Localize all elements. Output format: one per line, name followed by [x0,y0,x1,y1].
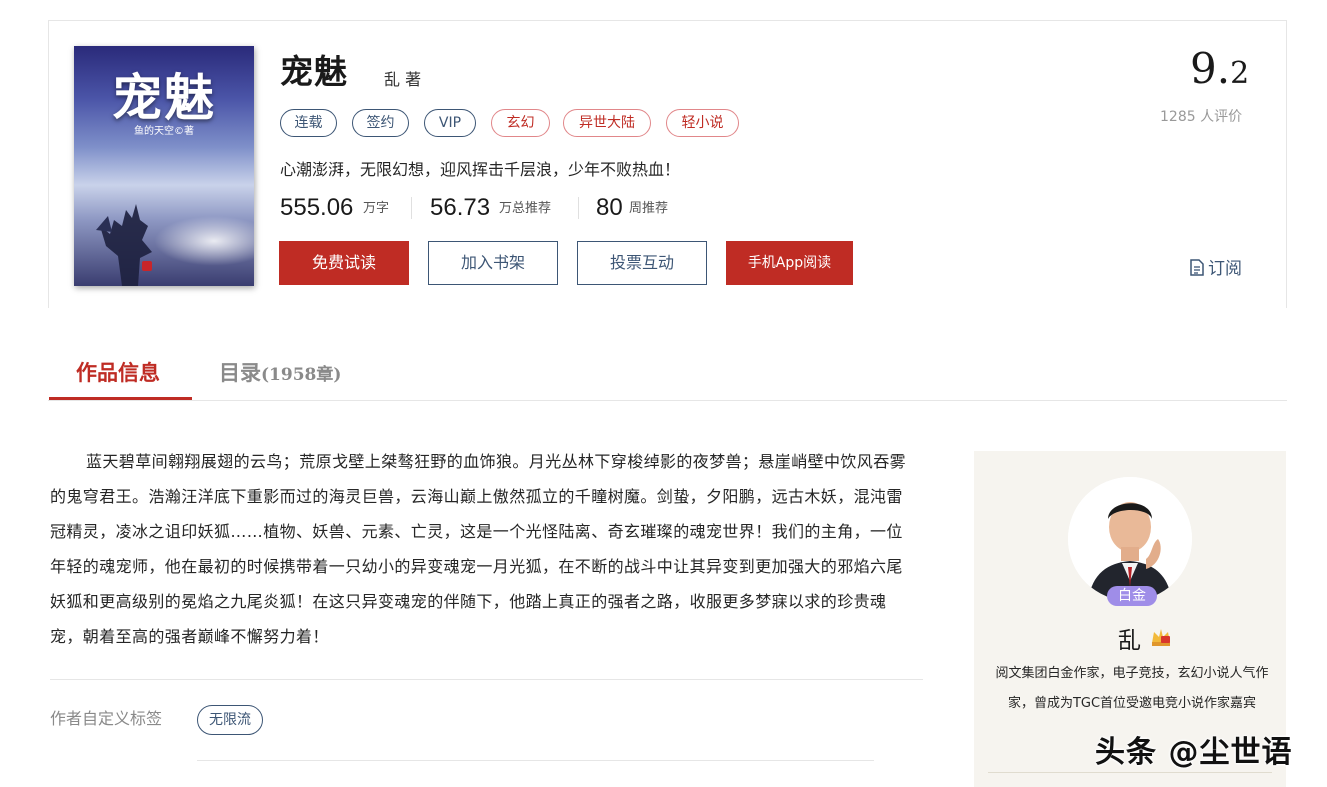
custom-tag[interactable]: 无限流 [197,705,263,735]
subscribe-link[interactable]: 订阅 [1190,254,1242,279]
dragon-illustration-icon [96,204,152,286]
author-name[interactable]: 乱 [1118,621,1141,655]
tag-genre[interactable]: 玄幻 [491,109,550,137]
rating-score-integer: 9. [1190,44,1231,93]
author-panel-divider [988,772,1272,773]
free-read-button[interactable]: 免费试读 [279,241,409,285]
subscribe-label: 订阅 [1208,259,1242,279]
watermark: 头条 @尘世语 [1095,735,1293,770]
tag-category[interactable]: 轻小说 [666,109,739,137]
document-icon [1190,259,1204,276]
author-level-badge: 白金 [1107,586,1157,606]
description-text: 蓝天碧草间翱翔展翅的云鸟；荒原戈壁上桀骜狂野的血饰狼。月光丛林下穿梭绰影的夜梦兽… [50,452,907,646]
tabs-divider [48,400,1287,401]
stat-divider [411,197,412,219]
stat-word-count: 555.06 [280,194,354,221]
rating-count[interactable]: 1285 人评价 [1160,106,1242,126]
stat-weekly-recommend-unit: 周推荐 [629,201,669,216]
tab-table-of-contents[interactable]: 目录(1958章) [219,358,341,390]
cover-author: 鱼的天空©著 [134,126,194,137]
tag-subgenre[interactable]: 异世大陆 [563,109,651,137]
rating-score: 9.2 [1190,44,1249,99]
book-author[interactable]: 乱 著 [384,66,421,90]
tab-toc-count: (1958章) [261,365,342,385]
tab-toc-label: 目录 [219,360,261,385]
book-title: 宠魅 [280,52,348,91]
stat-divider [578,197,579,219]
author-portrait-icon [1068,477,1192,601]
stat-total-recommend: 56.73 [430,194,491,221]
book-description: 蓝天碧草间翱翔展翅的云鸟；荒原戈壁上桀骜狂野的血饰狼。月光丛林下穿梭绰影的夜梦兽… [50,444,916,654]
rating-score-decimal: 2 [1230,56,1250,91]
book-cover-image[interactable]: 宠魅 鱼的天空©著 [74,46,254,286]
tag-status: 连载 [280,109,337,137]
crown-badge-icon [1152,629,1170,646]
tag-vip: VIP [424,109,476,137]
description-divider [50,679,923,680]
custom-tags-label: 作者自定义标签 [50,709,163,728]
cover-title: 宠魅 [112,68,216,127]
stat-weekly-recommend: 80 [596,194,623,221]
book-intro: 心潮澎湃，无限幻想，迎风挥击千层浪，少年不败热血！ [280,160,681,179]
stat-word-count-unit: 万字 [363,201,390,216]
custom-tags-divider [197,760,874,761]
vote-button[interactable]: 投票互动 [577,241,707,285]
rating-count-label: 人评价 [1200,109,1243,125]
tag-signed: 签约 [352,109,409,137]
author-avatar[interactable] [1068,477,1192,601]
publisher-badge-icon [142,261,152,271]
active-tab-indicator [49,397,192,400]
add-to-shelf-button[interactable]: 加入书架 [428,241,558,285]
cover-cloud [154,216,254,266]
stat-total-recommend-unit: 万总推荐 [499,201,552,216]
tab-book-info[interactable]: 作品信息 [76,358,160,388]
app-read-button[interactable]: 手机App阅读 [726,241,853,285]
rating-count-number: 1285 [1160,109,1196,125]
